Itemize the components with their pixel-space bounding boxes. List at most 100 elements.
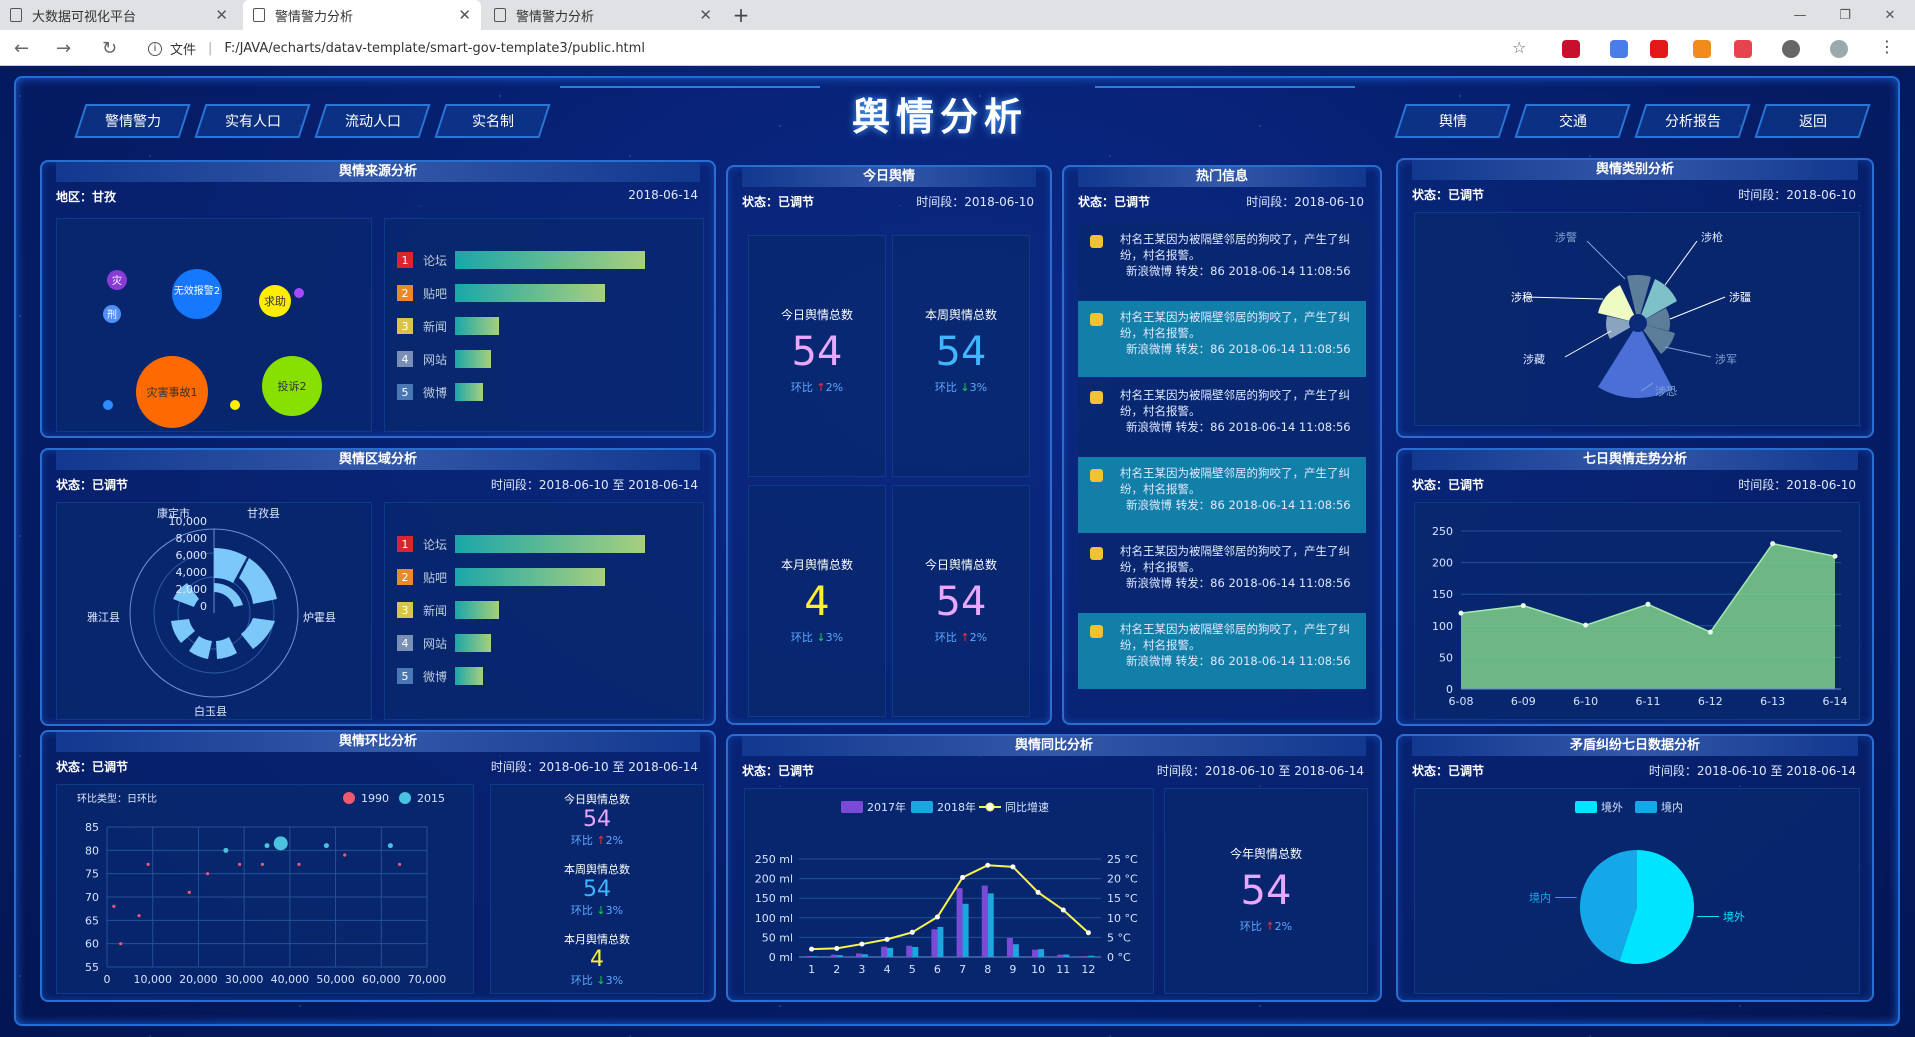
up-arrow-icon: ↑ — [596, 834, 606, 847]
radial-tick: 8,000 — [176, 532, 208, 545]
period-label: 时间段：2018-06-10 — [916, 195, 1034, 209]
favorite-star-icon[interactable]: ☆ — [1512, 38, 1526, 57]
news-item[interactable]: 村名王某因为被隔壁邻居的狗咬了，产生了纠纷，村名报警。 新浪微博 转发：86 20… — [1078, 379, 1366, 455]
rank-name: 网站 — [423, 636, 448, 651]
bar — [987, 893, 994, 957]
rank-bar[interactable] — [455, 634, 491, 652]
news-text: 村名王某因为被隔壁邻居的狗咬了，产生了纠纷，村名报警。 — [1120, 232, 1350, 262]
extension-icon[interactable] — [1693, 40, 1711, 58]
scatter-point — [323, 843, 329, 849]
info-icon[interactable]: i — [148, 41, 162, 56]
radial-bar[interactable] — [216, 637, 237, 659]
nav-button-population[interactable]: 实有人口 — [194, 104, 311, 138]
bubble-small[interactable] — [230, 400, 240, 410]
rank-row[interactable]: 3 新闻 — [397, 601, 499, 619]
radial-label: 雅江县 — [87, 610, 120, 624]
nav-button-back[interactable]: 返回 — [1754, 104, 1871, 138]
nav-button-report[interactable]: 分析报告 — [1634, 104, 1751, 138]
video-extension-icon[interactable] — [1650, 40, 1668, 58]
radial-bar[interactable] — [189, 636, 212, 659]
rank-row[interactable]: 4 网站 — [397, 350, 491, 368]
rank-row[interactable]: 3 新闻 — [397, 317, 499, 335]
ratio-label: 环比 — [934, 631, 957, 644]
growth-point — [1035, 889, 1041, 895]
rank-row[interactable]: 4 网站 — [397, 634, 491, 652]
rank-bar[interactable] — [455, 667, 483, 685]
news-item[interactable]: 村名王某因为被隔壁邻居的狗咬了，产生了纠纷，村名报警。 新浪微博 转发：86 20… — [1078, 613, 1366, 689]
nav-button-traffic[interactable]: 交通 — [1514, 104, 1631, 138]
rank-bar[interactable] — [455, 251, 645, 269]
y2-tick-label: 15 °C — [1107, 892, 1138, 905]
year-stat: 今年舆情总数 54 环比 ↑2% — [1165, 845, 1367, 934]
rank-bar[interactable] — [455, 601, 499, 619]
browser-tab-3[interactable]: 警情警力分析 ✕ — [484, 0, 722, 30]
nav-label: 流动人口 — [344, 114, 401, 130]
rank-bar[interactable] — [455, 350, 491, 368]
rank-badge: 2 — [397, 569, 413, 585]
nav-button-floating-population[interactable]: 流动人口 — [314, 104, 431, 138]
down-arrow-icon: ↓ — [960, 381, 970, 394]
extension-icon[interactable] — [1610, 40, 1628, 58]
nav-button-police[interactable]: 警情警力 — [74, 104, 191, 138]
news-item[interactable]: 村名王某因为被隔壁邻居的狗咬了，产生了纠纷，村名报警。 新浪微博 转发：86 20… — [1078, 535, 1366, 611]
x-tick-label: 60,000 — [362, 973, 401, 986]
rose-label: 涉军 — [1715, 352, 1737, 366]
shield-extension-icon[interactable] — [1562, 40, 1580, 58]
news-item[interactable]: 村名王某因为被隔壁邻居的狗咬了，产生了纠纷，村名报警。新浪微博 转发：86 20… — [1078, 223, 1366, 299]
radial-bar-chart: 康定市 甘孜县 雅江县 炉霍县 白玉县 10,000 8,000 6,000 4… — [56, 502, 372, 720]
restore-icon[interactable]: ❐ — [1825, 0, 1865, 30]
scatter-point — [260, 862, 265, 866]
radial-bar[interactable] — [171, 619, 195, 643]
url-text[interactable]: F:/JAVA/echarts/datav-template/smart-gov… — [224, 41, 645, 56]
forward-icon[interactable]: → — [56, 38, 71, 59]
reload-icon[interactable]: ↻ — [102, 38, 117, 59]
nav-button-sentiment[interactable]: 舆情 — [1394, 104, 1511, 138]
browser-tab-2[interactable]: 警情警力分析 ✕ — [243, 0, 481, 30]
extensions-puzzle-icon[interactable] — [1782, 40, 1800, 58]
radial-bar[interactable] — [239, 558, 277, 604]
close-icon[interactable]: ✕ — [458, 6, 471, 24]
rank-bar[interactable] — [455, 535, 645, 553]
rank-bar[interactable] — [455, 383, 483, 401]
bar — [861, 954, 868, 957]
rank-bar[interactable] — [455, 317, 499, 335]
growth-point — [934, 914, 940, 920]
minimize-icon[interactable]: — — [1780, 0, 1820, 30]
browser-tab-1[interactable]: 大数据可视化平台 ✕ — [0, 0, 238, 30]
news-item[interactable]: 村名王某因为被隔壁邻居的狗咬了，产生了纠纷，村名报警。 新浪微博 转发：86 20… — [1078, 301, 1366, 377]
rank-row[interactable]: 2 贴吧 — [397, 568, 605, 586]
back-icon[interactable]: ← — [14, 38, 29, 59]
rank-row[interactable]: 5 微博 — [397, 667, 483, 685]
rank-row[interactable]: 1 论坛 — [397, 535, 645, 553]
extension-icon[interactable] — [1734, 40, 1752, 58]
window-close-icon[interactable]: ✕ — [1870, 0, 1910, 30]
bubble-label: 灾害事故1 — [147, 385, 198, 399]
rank-row[interactable]: 5 微博 — [397, 383, 483, 401]
rank-row[interactable]: 1 论坛 — [397, 251, 645, 269]
rank-name: 论坛 — [423, 253, 448, 268]
news-item[interactable]: 村名王某因为被隔壁邻居的狗咬了，产生了纠纷，村名报警。 新浪微博 转发：86 20… — [1078, 457, 1366, 533]
growth-point — [1085, 930, 1091, 936]
rank-row[interactable]: 2 贴吧 — [397, 284, 605, 302]
avatar[interactable] — [1830, 40, 1848, 58]
close-icon[interactable]: ✕ — [699, 6, 712, 24]
legend-marker — [911, 801, 933, 813]
nav-button-realname[interactable]: 实名制 — [434, 104, 551, 138]
stat-card: 本月舆情总数 4 环比 ↓3% — [748, 485, 886, 717]
y-tick-label: 50 — [1439, 651, 1453, 664]
bar — [912, 946, 919, 957]
more-menu-icon[interactable]: ⋮ — [1878, 39, 1896, 58]
yoy-chart: 0 ml 50 ml 100 ml 150 ml 200 ml 250 ml 0 °C 5 °… — [744, 788, 1154, 994]
news-meta: 新浪微博 转发：86 2018-06-14 11:08:56 — [1126, 264, 1351, 278]
rank-bar[interactable] — [455, 284, 605, 302]
rose-label: 涉疆 — [1729, 290, 1751, 304]
y-tick-label: 75 — [85, 868, 99, 881]
rank-bar[interactable] — [455, 568, 605, 586]
close-icon[interactable]: ✕ — [215, 6, 228, 24]
bubble-small[interactable] — [103, 400, 113, 410]
url-field[interactable]: i 文件 | F:/JAVA/echarts/datav-template/sm… — [148, 36, 1528, 61]
bubble-small[interactable] — [294, 288, 304, 298]
bar — [1006, 937, 1013, 957]
new-tab-icon[interactable]: + — [726, 0, 756, 30]
ratio-value: 2% — [605, 834, 624, 847]
